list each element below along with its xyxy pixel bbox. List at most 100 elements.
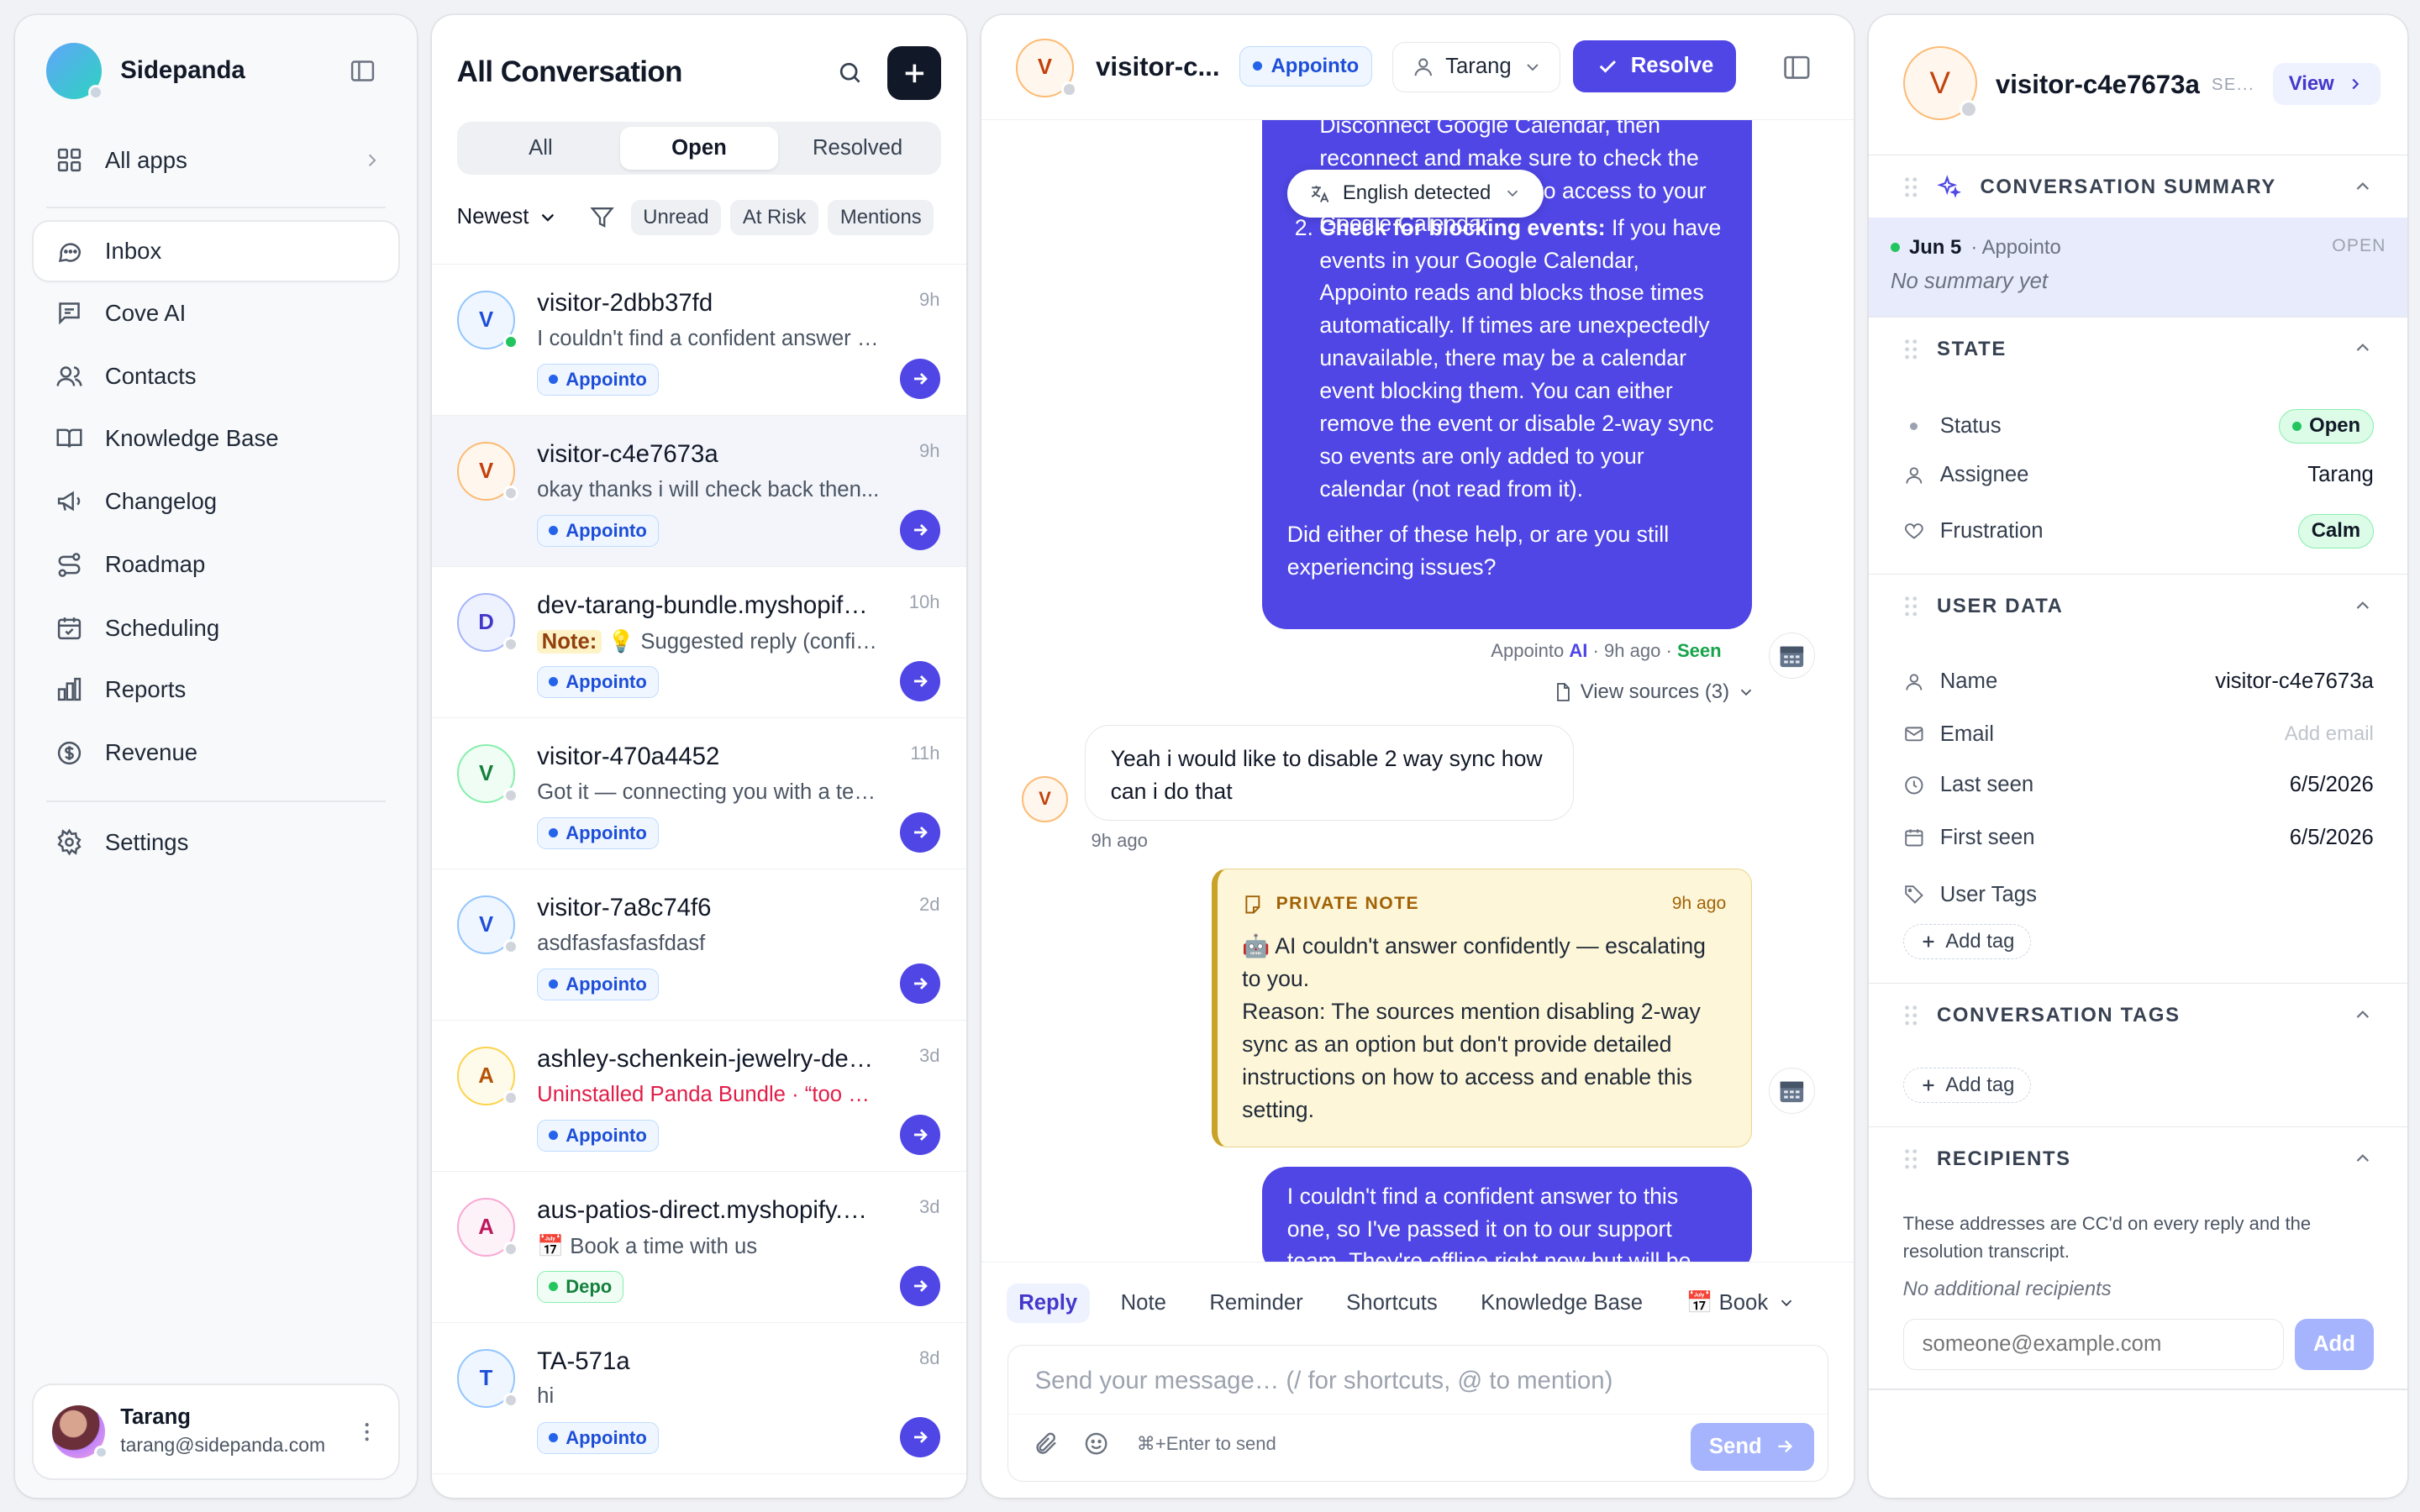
clock-icon	[1903, 774, 1925, 796]
collapse-sidebar-icon[interactable]	[349, 57, 376, 92]
book-dropdown[interactable]: 📅 Book	[1674, 1283, 1808, 1323]
drag-handle-icon[interactable]	[1903, 1148, 1918, 1170]
avatar	[52, 1405, 108, 1460]
section-state[interactable]: STATE	[1869, 316, 2408, 381]
list-item[interactable]: T TA-571a 8d hi Appointo	[432, 1322, 966, 1473]
message-preview: I couldn't find a confident answer to th…	[537, 326, 880, 350]
sidebar-item-scheduling[interactable]: Scheduling	[34, 599, 397, 658]
emoji-icon[interactable]	[1083, 1431, 1109, 1457]
tab-resolved[interactable]: Resolved	[778, 127, 937, 170]
section-user-data[interactable]: USER DATA	[1869, 574, 2408, 638]
drag-handle-icon[interactable]	[1903, 596, 1918, 617]
tab-reminder[interactable]: Reminder	[1197, 1284, 1316, 1323]
sidebar-item-contacts[interactable]: Contacts	[34, 347, 397, 406]
arrow-right-icon	[910, 1427, 930, 1447]
open-conversation-button[interactable]	[899, 812, 940, 853]
open-conversation-button[interactable]	[899, 359, 940, 399]
send-hint: ⌘+Enter to send	[1136, 1433, 1276, 1455]
list-item[interactable]: V visitor-470a4452 11h Got it — connecti…	[432, 717, 966, 869]
brand[interactable]: Sidepanda	[46, 43, 245, 101]
all-apps-link[interactable]: All apps	[34, 131, 397, 190]
sidebar-item-knowledge-base[interactable]: Knowledge Base	[34, 409, 397, 468]
status-badge[interactable]: Open	[2279, 408, 2374, 444]
more-vertical-icon[interactable]	[355, 1420, 379, 1444]
list-item[interactable]: V visitor-2dbb37fd 9h I couldn't find a …	[432, 264, 966, 415]
new-conversation-button[interactable]	[887, 46, 942, 101]
tab-reply[interactable]: Reply	[1006, 1283, 1090, 1324]
avatar: V	[456, 895, 518, 955]
timestamp: 10h	[908, 591, 940, 613]
add-conversation-tag-button[interactable]: Add tag	[1902, 1067, 2031, 1104]
sidebar-item-revenue[interactable]: Revenue	[34, 723, 397, 782]
list-item[interactable]: V visitor-7a8c74f6 2d asdfasfasfasfdasf …	[432, 869, 966, 1020]
assignee-value[interactable]: Tarang	[2307, 463, 2374, 487]
grid-icon	[55, 146, 83, 174]
section-conversation-summary[interactable]: CONVERSATION SUMMARY	[1869, 154, 2408, 219]
resolve-button[interactable]: Resolve	[1572, 39, 1737, 93]
list-item[interactable]	[432, 1473, 966, 1498]
view-contact-button[interactable]: View	[2273, 63, 2381, 105]
send-button[interactable]: Send	[1691, 1422, 1814, 1471]
view-sources-toggle[interactable]: View sources (3)	[1553, 680, 1756, 704]
message-input[interactable]: Send your message… (/ for shortcuts, @ t…	[1007, 1344, 1829, 1483]
filter-icon[interactable]	[589, 204, 615, 230]
add-user-tag-button[interactable]: Add tag	[1902, 924, 2031, 960]
message-preview: Note:💡 Suggested reply (confidence: low)	[537, 629, 880, 654]
user-card[interactable]: Tarang tarang@sidepanda.com	[34, 1385, 398, 1478]
open-conversation-button[interactable]	[899, 963, 940, 1004]
open-conversation-button[interactable]	[899, 1417, 940, 1457]
drag-handle-icon[interactable]	[1903, 1005, 1918, 1026]
tab-open[interactable]: Open	[619, 126, 779, 171]
tab-shortcuts[interactable]: Shortcuts	[1334, 1284, 1449, 1323]
sidebar-item-settings[interactable]: Settings	[34, 813, 397, 872]
open-conversation-button[interactable]	[899, 661, 940, 701]
sidebar-item-changelog[interactable]: Changelog	[34, 472, 397, 531]
list-item[interactable]: V visitor-c4e7673a 9h okay thanks i will…	[432, 415, 966, 567]
sidebar-item-cove-ai[interactable]: Cove AI	[34, 284, 397, 343]
chevron-up-icon	[2352, 1004, 2374, 1026]
user-last-seen-row: Last seen 6/5/2026	[1903, 773, 2374, 797]
drag-handle-icon[interactable]	[1903, 339, 1918, 360]
recipients-description: These addresses are CC'd on every reply …	[1902, 1212, 2312, 1263]
plus-icon	[1919, 932, 1938, 951]
paperclip-icon[interactable]	[1034, 1431, 1060, 1457]
gear-icon	[55, 828, 83, 856]
section-recipients[interactable]: RECIPIENTS	[1869, 1126, 2408, 1191]
user-name: Tarang	[120, 1405, 192, 1430]
tab-all[interactable]: All	[461, 127, 620, 170]
sort-dropdown[interactable]: Newest	[457, 205, 559, 229]
sidebar-item-roadmap[interactable]: Roadmap	[34, 535, 397, 594]
chevron-down-icon	[1777, 1294, 1796, 1312]
open-conversation-button[interactable]	[899, 1266, 940, 1306]
tab-knowledge-base[interactable]: Knowledge Base	[1468, 1284, 1655, 1323]
section-conversation-tags[interactable]: CONVERSATION TAGS	[1869, 982, 2408, 1047]
megaphone-icon	[55, 487, 83, 515]
name-value[interactable]: visitor-c4e7673a	[2215, 669, 2374, 694]
list-item[interactable]: A aus-patios-direct.myshopify.com 3d 📅 B…	[432, 1171, 966, 1322]
sidebar-item-reports[interactable]: Reports	[34, 660, 397, 719]
toggle-details-panel-icon[interactable]	[1781, 52, 1812, 83]
assignee-dropdown[interactable]: Tarang	[1392, 41, 1560, 93]
chip-at-risk[interactable]: At Risk	[730, 199, 819, 236]
drag-handle-icon[interactable]	[1903, 176, 1918, 198]
chip-unread[interactable]: Unread	[630, 199, 722, 236]
search-icon[interactable]	[836, 59, 864, 87]
list-item[interactable]: A ashley-schenkein-jewelry-designs 3d Un…	[432, 1020, 966, 1171]
open-conversation-button[interactable]	[899, 1115, 940, 1155]
user-email-row: Email Add email	[1903, 722, 2374, 747]
message-placeholder: Send your message… (/ for shortcuts, @ t…	[1034, 1367, 1613, 1395]
sidebar-item-inbox[interactable]: Inbox	[34, 222, 398, 281]
open-conversation-button[interactable]	[899, 510, 940, 550]
tab-note[interactable]: Note	[1108, 1284, 1179, 1323]
heart-icon	[1903, 520, 1925, 542]
language-badge[interactable]: English detected	[1286, 170, 1544, 218]
message-preview: 📅 Book a time with us	[537, 1234, 758, 1258]
chip-mentions[interactable]: Mentions	[828, 199, 934, 236]
summary-card[interactable]: Jun 5 · Appointo OPEN No summary yet	[1869, 217, 2408, 317]
recipient-email-input[interactable]	[1902, 1319, 2285, 1370]
app-badge: Depo	[537, 1270, 624, 1304]
summary-date: Jun 5	[1908, 235, 1962, 259]
add-recipient-button[interactable]: Add	[2295, 1319, 2374, 1370]
list-item[interactable]: D dev-tarang-bundle.myshopify.com 10h No…	[432, 566, 966, 717]
add-email-link[interactable]: Add email	[2285, 722, 2374, 746]
